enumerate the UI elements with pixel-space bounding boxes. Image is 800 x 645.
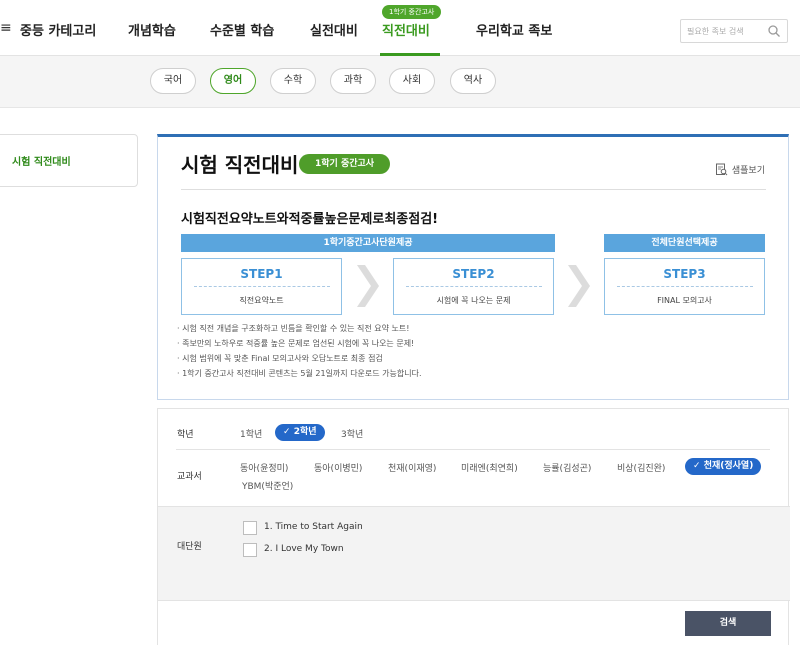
nav-item-level-study[interactable]: 수준별 학습 xyxy=(210,20,274,39)
grade-option-3[interactable]: 3학년 xyxy=(341,427,363,440)
active-tag: 1학기 중간고사 xyxy=(382,5,442,19)
sidebar-item-final-prep[interactable]: 시험 직전대비 xyxy=(0,134,138,187)
step-dashed-line xyxy=(617,286,753,287)
note-item: 1학기 중간고사 직전대비 콘텐츠는 5월 21일까지 다운로드 가능합니다. xyxy=(177,366,421,381)
grade-label: 학년 xyxy=(177,430,194,440)
nav-item-concept-study[interactable]: 개념학습 xyxy=(128,20,176,39)
search-button[interactable]: 검색 xyxy=(685,611,771,636)
textbook-option[interactable]: 능률(김성곤) xyxy=(543,461,591,474)
title-divider xyxy=(181,189,766,190)
unit-checkbox[interactable] xyxy=(243,543,257,557)
step-title: STEP1 xyxy=(240,267,283,281)
search-icon[interactable] xyxy=(767,24,781,38)
step-dashed-line xyxy=(194,286,330,287)
sidebar-item-label: 시험 직전대비 xyxy=(12,157,71,168)
step-card-2: STEP2 시험에 꼭 나오는 문제 xyxy=(393,258,554,315)
grade-selected-label: 2학년 xyxy=(293,427,317,437)
chevron-right-icon xyxy=(568,265,590,307)
grade-option-1[interactable]: 1학년 xyxy=(240,427,262,440)
nav-item-middle-category[interactable]: 중등 카테고리 xyxy=(20,20,96,39)
textbook-option[interactable]: 천재(이재영) xyxy=(388,461,436,474)
textbook-option[interactable]: YBM(박준언) xyxy=(242,479,293,492)
sample-view-label: 샘플보기 xyxy=(731,166,765,176)
filter-panel: 학년 1학년 ✓ 2학년 3학년 교과서 동아(윤정미) 동아(이병민) 천재(… xyxy=(157,408,790,645)
step-card-3: STEP3 FINAL 모의고사 xyxy=(604,258,765,315)
unit-label: 대단원 xyxy=(177,542,202,552)
textbook-option[interactable]: 동아(윤정미) xyxy=(240,461,288,474)
menu-icon[interactable]: ≡ xyxy=(0,20,12,36)
search-box xyxy=(680,19,788,43)
textbook-selected-label: 천재(정사열) xyxy=(703,461,754,471)
nav-item-school-archive[interactable]: 우리학교 족보 xyxy=(476,20,552,39)
textbook-option[interactable]: 비상(김진완) xyxy=(617,461,665,474)
unit-option-label[interactable]: 1. Time to Start Again xyxy=(264,522,363,532)
page-title: 시험 직전대비 xyxy=(181,153,299,177)
subject-math[interactable]: 수학 xyxy=(270,68,316,94)
feature-notes: 시험 직전 개념을 구조화하고 빈틈을 확인할 수 있는 직전 요약 노트! 족… xyxy=(177,321,422,381)
card-headline: 시험직전요약노트와적중률높은문제로최종점검! xyxy=(181,212,439,227)
step-desc: 시험에 꼭 나오는 문제 xyxy=(436,296,511,305)
textbook-option-selected[interactable]: ✓ 천재(정사열) xyxy=(685,458,762,475)
subject-bar: 국어 영어 수학 과학 사회 역사 xyxy=(0,56,800,108)
row-divider xyxy=(176,449,770,450)
step-dashed-line xyxy=(406,286,542,287)
subject-korean[interactable]: 국어 xyxy=(150,68,196,94)
step-title: STEP3 xyxy=(663,267,706,281)
unit-selection-area: 대단원 1. Time to Start Again 2. I Love My … xyxy=(158,506,790,601)
step-desc: FINAL 모의고사 xyxy=(657,296,712,305)
final-prep-card: 시험 직전대비 1학기 중간고사 샘플보기 시험직전요약노트와적중률높은문제로최… xyxy=(157,134,789,400)
step-bar-all-units: 전체단원선택제공 xyxy=(604,234,765,252)
textbook-option[interactable]: 동아(이병민) xyxy=(314,461,362,474)
subject-history[interactable]: 역사 xyxy=(450,68,496,94)
step-bar-first-term: 1학기중간고사단원제공 xyxy=(181,234,555,252)
unit-option-label[interactable]: 2. I Love My Town xyxy=(264,544,344,554)
top-navigation: ≡ 중등 카테고리 개념학습 수준별 학습 실전대비 1학기 중간고사 직전대비… xyxy=(0,0,800,56)
note-item: 족보만의 노하우로 적중률 높은 문제로 엄선된 시험에 꼭 나오는 문제! xyxy=(177,336,422,351)
sample-view-link[interactable]: 샘플보기 xyxy=(715,163,765,176)
note-item: 시험 범위에 꼭 맞춘 Final 모의고사와 오답노트로 최종 점검 xyxy=(177,351,422,366)
textbook-option[interactable]: 미래엔(최연희) xyxy=(461,461,518,474)
subject-social[interactable]: 사회 xyxy=(389,68,435,94)
chevron-right-icon xyxy=(357,265,379,307)
unit-checkbox[interactable] xyxy=(243,521,257,535)
exam-badge: 1학기 중간고사 xyxy=(299,154,391,174)
step-desc: 직전요약노트 xyxy=(239,296,284,305)
search-input[interactable] xyxy=(687,24,763,38)
grade-option-2-selected[interactable]: ✓ 2학년 xyxy=(275,424,325,441)
step-card-1: STEP1 직전요약노트 xyxy=(181,258,342,315)
note-item: 시험 직전 개념을 구조화하고 빈틈을 확인할 수 있는 직전 요약 노트! xyxy=(177,321,422,336)
nav-item-practice-prep[interactable]: 실전대비 xyxy=(310,20,358,39)
document-search-icon xyxy=(715,163,728,176)
textbook-label: 교과서 xyxy=(177,472,202,482)
nav-item-final-prep[interactable]: 직전대비 xyxy=(382,20,430,39)
subject-science[interactable]: 과학 xyxy=(330,68,376,94)
subject-english[interactable]: 영어 xyxy=(210,68,256,94)
step-title: STEP2 xyxy=(452,267,495,281)
